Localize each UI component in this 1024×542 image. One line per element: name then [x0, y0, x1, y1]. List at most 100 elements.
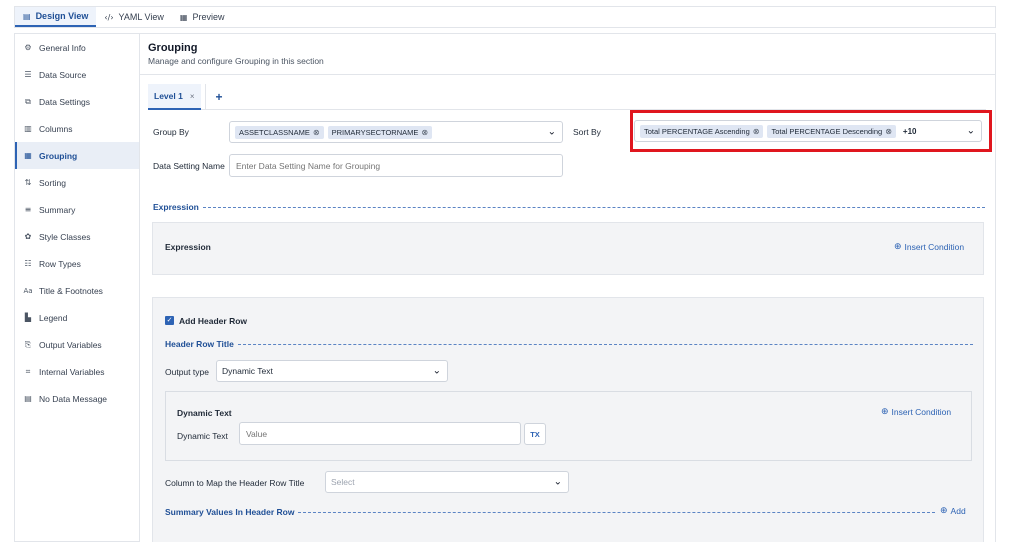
layout-icon: ▤ [23, 11, 31, 21]
close-icon[interactable]: × [190, 92, 195, 101]
dynamic-text-panel-title: Dynamic Text [177, 408, 232, 418]
add-level-button[interactable]: + [204, 84, 233, 110]
add-header-row-checkbox[interactable]: ✓ [165, 316, 174, 325]
data-settings-icon: ⧉ [25, 96, 31, 106]
code-icon: ‹/› [104, 12, 114, 22]
tab-level-1[interactable]: Level 1 × [148, 84, 201, 110]
add-header-row-label: Add Header Row [179, 316, 248, 326]
dynamic-text-label: Dynamic Text [177, 431, 228, 441]
insert-condition-button[interactable]: ⊕ Insert Condition [881, 407, 951, 417]
sidebar-item-row-types[interactable]: ☷ Row Types [15, 250, 139, 277]
sidebar-item-grouping[interactable]: ▦ Grouping [15, 142, 139, 169]
gear-icon: ⚙ [24, 43, 32, 52]
sidebar-item-label: Data Source [39, 69, 87, 80]
data-setting-name-label: Data Setting Name [153, 161, 225, 171]
sidebar-item-label: Data Settings [39, 96, 91, 107]
sidebar-item-no-data-message[interactable]: ▤ No Data Message [15, 385, 139, 412]
sidebar-item-label: Legend [39, 312, 68, 323]
expression-section-header: Expression [153, 202, 985, 212]
sidebar-item-legend[interactable]: ▙ Legend [15, 304, 139, 331]
sidebar-item-output-variables[interactable]: ⎘ Output Variables [15, 331, 139, 358]
page-title: Grouping [148, 42, 198, 54]
variable-icon: ⌗ [25, 366, 31, 376]
sidebar-item-data-source[interactable]: ☰ Data Source [15, 61, 139, 88]
sidebar-item-label: No Data Message [39, 393, 108, 404]
database-icon: ☰ [24, 70, 32, 79]
sidebar-item-label: Sorting [39, 177, 66, 188]
preview-icon: ▦ [179, 12, 188, 22]
section-divider [298, 511, 935, 513]
plus-circle-icon: ⊕ [940, 506, 948, 516]
map-column-placeholder: Select [331, 477, 355, 487]
tab-label: Design View [35, 11, 89, 21]
message-icon: ▤ [24, 394, 32, 403]
output-icon: ⎘ [24, 339, 32, 349]
tab-design-view[interactable]: ▤ Design View [15, 7, 97, 27]
chevron-down-icon[interactable]: ⌄ [548, 127, 556, 138]
sidebar-item-columns[interactable]: ▥ Columns [15, 115, 139, 142]
add-summary-button[interactable]: ⊕ Add [940, 506, 966, 516]
sidebar-item-title-footnotes[interactable]: Aa Title & Footnotes [15, 277, 139, 304]
add-label: Add [950, 506, 966, 516]
tab-label: Preview [192, 12, 225, 22]
sort-by-label: Sort By [573, 127, 601, 137]
tab-preview[interactable]: ▦ Preview [172, 7, 233, 27]
sidebar-item-style-classes[interactable]: ✿ Style Classes [15, 223, 139, 250]
section-title: Header Row Title [165, 339, 234, 349]
sidebar-item-summary[interactable]: ≡ Summary [15, 196, 139, 223]
remove-chip-icon[interactable]: ⊗ [421, 128, 428, 137]
text-icon: Aa [23, 286, 33, 295]
header-row-title-section: Header Row Title [165, 339, 973, 349]
sidebar-item-label: Grouping [39, 150, 78, 161]
sidebar: ⚙ General Info ☰ Data Source ⧉ Data Setting… [14, 33, 140, 542]
map-column-select[interactable]: Select ⌄ [325, 471, 569, 493]
chevron-down-icon[interactable]: ⌄ [433, 366, 441, 377]
expression-panel: Expression ⊕ Insert Condition [152, 222, 984, 275]
output-type-select[interactable]: Dynamic Text ⌄ [216, 360, 448, 382]
map-column-label: Column to Map the Header Row Title [165, 478, 305, 488]
sidebar-item-data-settings[interactable]: ⧉ Data Settings [15, 88, 139, 115]
sidebar-item-label: Columns [39, 123, 73, 134]
sort-icon: ⇅ [24, 178, 32, 187]
insert-condition-label: Insert Condition [891, 407, 952, 417]
section-title: Expression [153, 202, 199, 212]
insert-condition-label: Insert Condition [904, 242, 965, 252]
highlight-box [630, 110, 992, 152]
grouping-icon: ▦ [24, 151, 32, 160]
tab-yaml-view[interactable]: ‹/› YAML View [96, 7, 171, 27]
group-by-chip: ASSETCLASSNAME ⊗ [235, 125, 324, 139]
sidebar-item-sorting[interactable]: ⇅ Sorting [15, 169, 139, 196]
tab-label: Level 1 [154, 91, 183, 101]
sidebar-item-label: Internal Variables [39, 366, 105, 377]
plus-circle-icon: ⊕ [894, 242, 902, 252]
sidebar-item-label: Title & Footnotes [39, 285, 103, 296]
palette-icon: ✿ [24, 232, 32, 241]
summary-icon: ≡ [24, 205, 32, 214]
sidebar-item-label: General Info [39, 42, 86, 53]
chip-label: PRIMARYSECTORNAME [331, 127, 419, 137]
section-divider [202, 206, 985, 208]
main-panel: Grouping Manage and configure Grouping i… [140, 33, 996, 542]
group-by-select[interactable]: ASSETCLASSNAME ⊗ PRIMARYSECTORNAME ⊗ ⌄ [229, 121, 563, 143]
dynamic-text-panel: Dynamic Text ⊕ Insert Condition Dynamic T… [165, 391, 972, 461]
columns-icon: ▥ [24, 124, 32, 133]
page-header: Grouping Manage and configure Grouping i… [140, 33, 996, 75]
tx-button[interactable]: TX [524, 423, 546, 445]
summary-values-section: Summary Values In Header Row [165, 507, 935, 517]
data-setting-name-input[interactable] [229, 154, 563, 177]
chip-label: ASSETCLASSNAME [239, 127, 310, 137]
level-tabs: Level 1 × + [148, 84, 986, 110]
row-types-icon: ☷ [24, 259, 32, 268]
sidebar-item-general-info[interactable]: ⚙ General Info [15, 34, 139, 61]
group-by-label: Group By [153, 127, 189, 137]
tab-label: YAML View [118, 12, 164, 22]
page-subtitle: Manage and configure Grouping in this se… [148, 56, 324, 66]
output-type-label: Output type [165, 367, 209, 377]
sidebar-item-label: Style Classes [39, 231, 91, 242]
sidebar-item-label: Summary [39, 204, 76, 215]
chevron-down-icon[interactable]: ⌄ [554, 477, 562, 488]
dynamic-text-input[interactable] [239, 422, 521, 445]
insert-condition-button[interactable]: ⊕ Insert Condition [894, 242, 964, 252]
remove-chip-icon[interactable]: ⊗ [313, 128, 320, 137]
sidebar-item-internal-variables[interactable]: ⌗ Internal Variables [15, 358, 139, 385]
